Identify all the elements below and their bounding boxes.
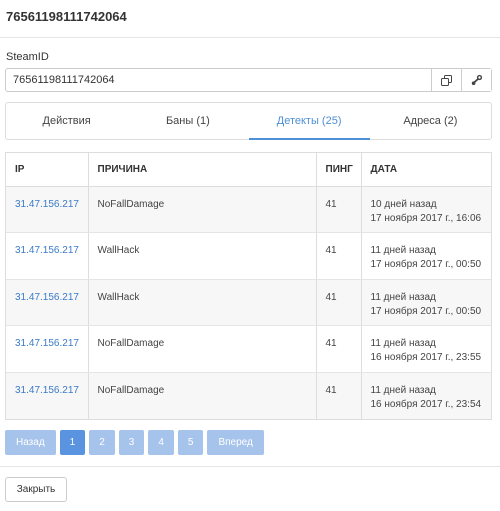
- page-title: 76561198111742064: [6, 9, 127, 24]
- page-button-2[interactable]: 2: [89, 430, 115, 455]
- steamid-input-group: [5, 68, 492, 92]
- date-absolute: 17 ноября 2017 г., 00:50: [370, 305, 482, 317]
- reason-cell: NoFallDamage: [88, 372, 317, 419]
- date-cell: 11 дней назад 17 ноября 2017 г., 00:50: [361, 279, 491, 326]
- date-relative: 11 дней назад: [370, 384, 436, 396]
- steam-logo-icon: [471, 74, 482, 85]
- pagination: Назад 1 2 3 4 5 Вперед: [5, 430, 264, 455]
- reason-cell: NoFallDamage: [88, 186, 317, 233]
- date-relative: 11 дней назад: [370, 245, 436, 256]
- steamid-label: SteamID: [6, 51, 49, 63]
- page-button-4[interactable]: 4: [148, 430, 174, 455]
- steam-profile-button[interactable]: [461, 69, 491, 91]
- steamid-input[interactable]: [6, 69, 431, 91]
- date-relative: 11 дней назад: [370, 291, 436, 303]
- date-relative: 11 дней назад: [370, 338, 436, 349]
- date-absolute: 17 ноября 2017 г., 00:50: [370, 259, 482, 270]
- column-header-reason: ПРИЧИНА: [88, 153, 317, 187]
- reason-cell: NoFallDamage: [88, 325, 317, 373]
- ping-cell: 41: [316, 232, 362, 280]
- table-row: 31.47.156.217 NoFallDamage 41 10 дней на…: [6, 186, 491, 233]
- table-row: 31.47.156.217 WallHack 41 11 дней назад 1…: [6, 232, 491, 280]
- page-button-5[interactable]: 5: [177, 430, 204, 455]
- tab-addresses[interactable]: Адреса (2): [370, 103, 491, 139]
- ip-link[interactable]: 31.47.156.217: [15, 199, 79, 210]
- ping-cell: 41: [316, 186, 362, 233]
- table-row: 31.47.156.217 NoFallDamage 41 11 дней на…: [6, 372, 491, 419]
- date-absolute: 16 ноября 2017 г., 23:54: [370, 398, 482, 410]
- close-button[interactable]: Закрыть: [5, 477, 67, 502]
- page-button-3[interactable]: 3: [118, 430, 145, 455]
- column-header-ping: ПИНГ: [316, 153, 362, 187]
- ip-link[interactable]: 31.47.156.217: [15, 245, 79, 256]
- reason-cell: WallHack: [88, 279, 317, 326]
- page-button-1[interactable]: 1: [59, 430, 86, 455]
- column-header-date: ДАТА: [361, 153, 491, 187]
- tab-bans[interactable]: Баны (1): [127, 103, 248, 139]
- detects-table: IP ПРИЧИНА ПИНГ ДАТА 31.47.156.217 NoFal…: [5, 152, 492, 420]
- next-page-button[interactable]: Вперед: [207, 430, 264, 455]
- tabs-bar: Действия Баны (1) Детекты (25) Адреса (2…: [5, 102, 492, 140]
- date-cell: 11 дней назад 16 ноября 2017 г., 23:55: [361, 325, 491, 373]
- copy-icon: [441, 74, 452, 86]
- prev-page-button[interactable]: Назад: [5, 430, 56, 455]
- tab-detects[interactable]: Детекты (25): [248, 103, 371, 140]
- tab-actions[interactable]: Действия: [6, 103, 127, 139]
- ping-cell: 41: [316, 279, 362, 326]
- ip-link[interactable]: 31.47.156.217: [15, 385, 79, 396]
- date-absolute: 16 ноября 2017 г., 23:55: [370, 352, 482, 363]
- ip-link[interactable]: 31.47.156.217: [15, 292, 79, 303]
- date-cell: 10 дней назад 17 ноября 2017 г., 16:06: [361, 186, 491, 233]
- table-row: 31.47.156.217 NoFallDamage 41 11 дней на…: [6, 325, 491, 373]
- copy-button[interactable]: [431, 69, 461, 91]
- ping-cell: 41: [316, 372, 362, 419]
- date-relative: 10 дней назад: [370, 198, 437, 210]
- date-cell: 11 дней назад 16 ноября 2017 г., 23:54: [361, 372, 491, 419]
- reason-cell: WallHack: [88, 232, 317, 280]
- divider: [0, 37, 500, 38]
- date-cell: 11 дней назад 17 ноября 2017 г., 00:50: [361, 232, 491, 280]
- ip-link[interactable]: 31.47.156.217: [15, 338, 79, 349]
- table-row: 31.47.156.217 WallHack 41 11 дней назад 1…: [6, 279, 491, 326]
- column-header-ip: IP: [6, 153, 89, 187]
- ping-cell: 41: [316, 325, 362, 373]
- date-absolute: 17 ноября 2017 г., 16:06: [370, 212, 482, 224]
- divider: [0, 466, 500, 467]
